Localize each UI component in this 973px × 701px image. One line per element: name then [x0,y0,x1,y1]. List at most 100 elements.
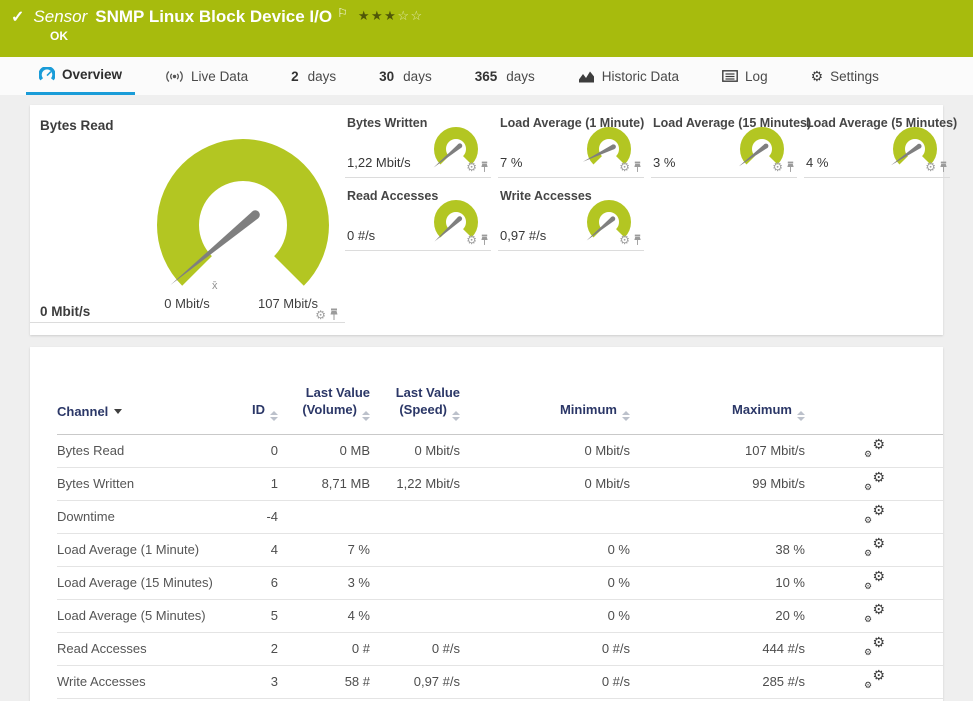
channel-settings-icon[interactable]: ⚙⚙ [863,506,885,524]
pin-icon[interactable] [480,161,489,173]
cell-minimum: 0 % [460,599,630,632]
tab-label: days [308,69,337,84]
cell-last-value-volume: 0 # [278,632,370,665]
small-gauge-actions: ⚙ [619,161,642,173]
pin-icon[interactable] [939,161,948,173]
gear-icon[interactable]: ⚙ [315,309,326,321]
gear-icon[interactable]: ⚙ [466,161,477,173]
tab-overview[interactable]: Overview [26,57,135,95]
small-gauge-actions: ⚙ [772,161,795,173]
gear-icon[interactable]: ⚙ [772,161,783,173]
gear-icon[interactable]: ⚙ [619,161,630,173]
big-gauge-value: 0 Mbit/s [40,304,90,319]
column-header-maximum[interactable]: Maximum [630,347,805,434]
column-header-last-value-speed-[interactable]: Last Value (Speed) [370,347,460,434]
cell-maximum [630,500,805,533]
channel-settings-icon[interactable]: ⚙⚙ [863,638,885,656]
column-label: Maximum [732,402,792,417]
column-label: Last Value (Speed) [396,385,460,417]
cell-last-value-speed [370,566,460,599]
table-row: Bytes Written 1 8,71 MB 1,22 Mbit/s 0 Mb… [57,467,943,500]
small-gauge-value: 1,22 Mbit/s [347,155,411,170]
cell-channel: Write Accesses [57,665,217,698]
pin-icon[interactable] [633,161,642,173]
column-header-minimum[interactable]: Minimum [460,347,630,434]
channel-settings-icon[interactable]: ⚙⚙ [863,671,885,689]
small-gauge-title: Bytes Written [347,116,427,130]
channel-settings-icon[interactable]: ⚙⚙ [863,440,885,458]
cell-maximum: 10 % [630,566,805,599]
tab-settings[interactable]: ⚙ Settings [798,57,892,95]
gear-icon[interactable]: ⚙ [466,234,477,246]
column-label: Channel [57,404,108,419]
stars-filled[interactable]: ★★★ [358,8,397,23]
gear-icon[interactable]: ⚙ [619,234,630,246]
svg-text:x̄: x̄ [212,280,218,292]
channel-settings-icon[interactable]: ⚙⚙ [863,605,885,623]
cell-maximum: 20 % [630,599,805,632]
channel-settings-icon[interactable]: ⚙⚙ [863,572,885,590]
gear-icon: ⚙ [811,68,824,85]
tab-number: 365 [475,69,498,84]
status-badge: OK [50,29,68,43]
cell-last-value-volume: 58 # [278,665,370,698]
cell-minimum: 0 Mbit/s [460,434,630,467]
gear-icon[interactable]: ⚙ [925,161,936,173]
big-gauge-cell: Bytes Read x̄ 0 Mbit/s 107 Mbit/s 0 Mbit… [30,105,345,335]
sort-desc-icon [114,409,122,414]
pin-icon[interactable] [480,234,489,246]
cell-channel: Read Accesses [57,632,217,665]
table-row: Read Accesses 2 0 # 0 #/s 0 #/s 444 #/s … [57,632,943,665]
column-header-channel[interactable]: Channel [57,347,217,434]
column-label: ID [252,402,265,417]
small-gauge-actions: ⚙ [466,161,489,173]
status-check-icon: ✓ [11,7,24,27]
table-row: Downtime -4 ⚙⚙ [57,500,943,533]
cell-id: 0 [217,434,278,467]
cell-last-value-speed [370,533,460,566]
tab-number: 2 [291,69,299,84]
small-gauge-value: 3 % [653,155,675,170]
sort-icon [270,411,278,421]
cell-minimum: 0 % [460,533,630,566]
gauges-panel: Bytes Read x̄ 0 Mbit/s 107 Mbit/s 0 Mbit… [30,105,943,335]
tab-365-days[interactable]: 365 days [462,57,548,95]
small-gauge-value: 4 % [806,155,828,170]
sensor-title-row: ✓ Sensor SNMP Linux Block Device I/O ⚐ ★… [0,0,973,27]
cell-channel: Load Average (15 Minutes) [57,566,217,599]
channel-settings-icon[interactable]: ⚙⚙ [863,473,885,491]
tab-2-days[interactable]: 2 days [278,57,349,95]
priority-stars[interactable]: ★★★☆☆ [358,8,424,24]
column-header-actions [805,347,943,434]
tab-label: Settings [830,69,879,84]
pin-icon[interactable] [633,234,642,246]
sort-icon [362,411,370,421]
tab-live-data[interactable]: Live Data [152,57,261,95]
flag-icon[interactable]: ⚐ [337,6,348,20]
column-label: Minimum [560,402,617,417]
channel-settings-icon[interactable]: ⚙⚙ [863,539,885,557]
tab-log[interactable]: Log [709,57,781,95]
cell-minimum [460,500,630,533]
cell-channel: Load Average (5 Minutes) [57,599,217,632]
log-icon [722,70,738,82]
table-row: Load Average (5 Minutes) 5 4 % 0 % 20 % … [57,599,943,632]
stars-empty[interactable]: ☆☆ [397,8,423,23]
tab-label: days [506,69,535,84]
small-gauge-actions: ⚙ [619,234,642,246]
pin-icon[interactable] [786,161,795,173]
column-header-last-value-volume-[interactable]: Last Value (Volume) [278,347,370,434]
small-gauge-cell: Read Accesses 0 #/s ⚙ [345,178,491,251]
divider [30,322,345,323]
cell-last-value-speed: 0,97 #/s [370,665,460,698]
pin-icon[interactable] [329,308,339,321]
object-kind-label: Sensor [33,7,87,27]
tab-historic-data[interactable]: Historic Data [565,57,692,95]
small-gauge-cell: Bytes Written 1,22 Mbit/s ⚙ [345,105,491,178]
table-row: Bytes Read 0 0 MB 0 Mbit/s 0 Mbit/s 107 … [57,434,943,467]
tab-label: days [403,69,432,84]
tab-30-days[interactable]: 30days [366,57,445,95]
column-header-id[interactable]: ID [217,347,278,434]
cell-id: 3 [217,665,278,698]
tab-label: Log [745,69,768,84]
